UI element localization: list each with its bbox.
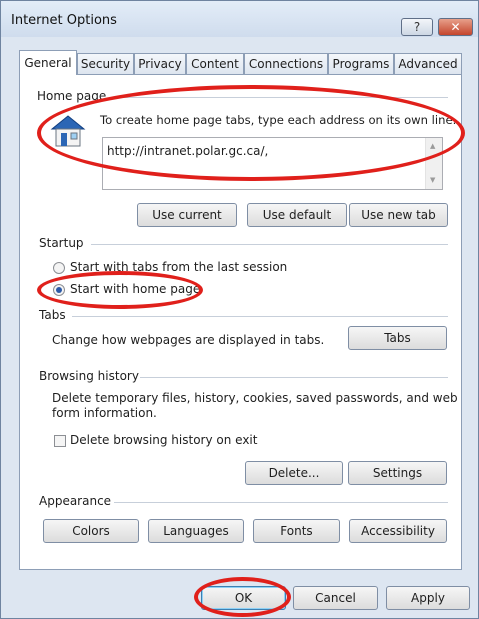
tab-connections[interactable]: Connections [244,53,328,74]
delete-on-exit-label[interactable]: Delete browsing history on exit [70,433,257,447]
general-tab-panel: Home page To create home page tabs, type… [19,74,462,570]
tabs-divider [72,316,448,317]
close-button[interactable]: ✕ [438,18,473,36]
tab-programs[interactable]: Programs [328,53,394,74]
startup-group-label: Startup [39,236,84,250]
use-new-tab-button[interactable]: Use new tab [349,203,448,227]
cancel-button[interactable]: Cancel [293,586,378,610]
tab-advanced[interactable]: Advanced [394,53,462,74]
internet-options-dialog: Internet Options ? ✕ General Security Pr… [0,0,479,619]
window-title: Internet Options [11,13,117,28]
browsing-history-group-label: Browsing history [39,369,139,383]
languages-button[interactable]: Languages [148,519,244,543]
startup-divider [91,244,448,245]
scroll-down-icon[interactable]: ▼ [430,176,435,184]
browsing-history-divider [140,377,448,378]
appearance-group-label: Appearance [39,494,112,508]
home-page-url-field[interactable]: http://intranet.polar.gc.ca/, ▲ ▼ [102,137,443,190]
home-page-divider [110,97,448,98]
delete-history-button[interactable]: Delete... [245,461,343,485]
browsing-history-description-line1: Delete temporary files, history, cookies… [52,391,458,405]
tabs-settings-button[interactable]: Tabs [348,326,447,350]
scroll-up-icon[interactable]: ▲ [430,142,435,150]
home-page-url-value: http://intranet.polar.gc.ca/, [107,144,269,158]
home-page-instruction: To create home page tabs, type each addr… [100,113,457,127]
colors-button[interactable]: Colors [43,519,139,543]
tab-security[interactable]: Security [77,53,134,74]
radio-home-page-label[interactable]: Start with home page [70,282,200,296]
fonts-button[interactable]: Fonts [253,519,340,543]
delete-on-exit-checkbox[interactable] [54,435,66,447]
tab-general[interactable]: General [19,50,77,75]
radio-last-session[interactable] [53,262,65,274]
accessibility-button[interactable]: Accessibility [349,519,447,543]
browsing-history-description-line2: form information. [52,406,157,420]
url-field-scrollbar[interactable]: ▲ ▼ [425,138,442,189]
ok-button[interactable]: OK [201,586,286,610]
tabs-group-label: Tabs [39,308,66,322]
appearance-divider [114,502,448,503]
history-settings-button[interactable]: Settings [348,461,447,485]
home-page-group-label: Home page [37,89,107,103]
title-bar[interactable]: Internet Options ? ✕ [1,1,478,37]
help-button[interactable]: ? [401,18,433,36]
help-icon: ? [413,20,421,34]
use-current-button[interactable]: Use current [137,203,237,227]
radio-last-session-label[interactable]: Start with tabs from the last session [70,260,287,274]
tab-content[interactable]: Content [186,53,244,74]
close-icon: ✕ [450,20,461,34]
tab-privacy[interactable]: Privacy [134,53,186,74]
tabs-description: Change how webpages are displayed in tab… [52,333,325,347]
radio-home-page[interactable] [53,284,65,296]
apply-button[interactable]: Apply [386,586,470,610]
use-default-button[interactable]: Use default [247,203,347,227]
house-icon [50,115,86,147]
